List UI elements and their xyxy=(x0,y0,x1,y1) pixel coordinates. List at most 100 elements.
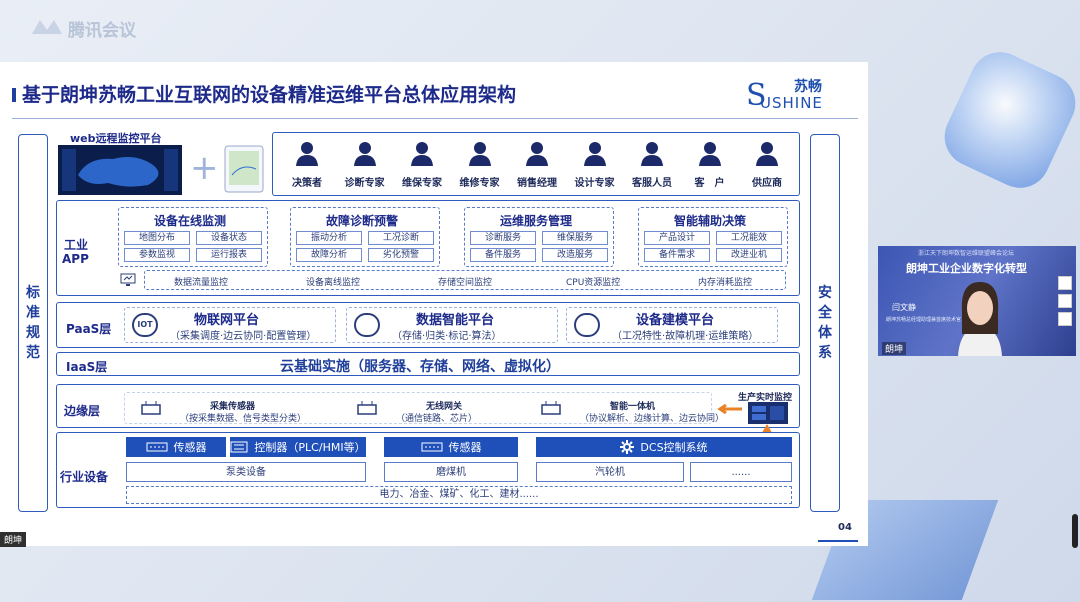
china-map-monitor-icon xyxy=(58,145,182,195)
monitor-item: CPU资源监控 xyxy=(566,278,621,288)
iaas-label: IaaS层 xyxy=(66,360,108,374)
column-char: 标 xyxy=(26,285,40,301)
realtime-monitor-screen-icon xyxy=(748,402,788,424)
device-icon xyxy=(141,401,161,415)
edge-item-desc: （协议解析、边缘计算、边云协同） xyxy=(580,414,725,424)
dcs-bar: DCS控制系统 xyxy=(536,437,792,457)
person-icon xyxy=(698,142,721,166)
app-function-tag[interactable]: 运行报表 xyxy=(196,248,262,262)
app-function-tag[interactable]: 设备状态 xyxy=(196,231,262,245)
role-item: 维保专家 xyxy=(395,140,449,189)
app-function-tag[interactable]: 工况能效 xyxy=(716,231,782,245)
brand-name-cn: 苏畅 xyxy=(794,79,822,95)
role-label: 设计专家 xyxy=(574,178,615,189)
monitor-item: 内存消耗监控 xyxy=(698,278,753,288)
role-label: 维修专家 xyxy=(459,178,500,189)
person-icon xyxy=(411,142,433,166)
role-item: 销售经理 xyxy=(510,140,564,189)
app-function-tag[interactable]: 诊断服务 xyxy=(470,231,536,245)
speaker-name: 闫文静 xyxy=(892,303,916,312)
qr-code-icon xyxy=(1058,276,1072,290)
column-char: 系 xyxy=(818,345,832,361)
controller-label: 控制器（PLC/HMI等） xyxy=(254,441,366,454)
dcs-label: DCS控制系统 xyxy=(640,441,708,454)
page-number: 04 xyxy=(838,522,852,533)
edge-item-desc: （通信链路、芯片） xyxy=(396,414,478,424)
arrow-left-icon xyxy=(717,404,742,414)
equip-more: ...... xyxy=(690,462,792,482)
role-item: 决策者 xyxy=(280,140,334,189)
app-function-tag[interactable]: 工况诊断 xyxy=(368,231,434,245)
app-group-title: 运维服务管理 xyxy=(500,214,573,228)
sensor-label: 传感器 xyxy=(448,441,482,454)
monitor-item: 存储空间监控 xyxy=(438,278,493,288)
app-function-tag[interactable]: 参数监视 xyxy=(124,248,190,262)
platform-icon xyxy=(354,313,380,337)
platform-name: 物联网平台 xyxy=(194,313,260,328)
person-icon xyxy=(583,142,606,166)
platform-name: 设备建模平台 xyxy=(636,313,715,328)
person-icon xyxy=(353,142,376,166)
equip-turbine: 汽轮机 xyxy=(536,462,684,482)
equip-pump: 泵类设备 xyxy=(126,462,366,482)
controller-icon xyxy=(230,441,248,453)
edge-item-desc: （按采集数据、信号类型分类） xyxy=(180,414,307,424)
app-function-tag[interactable]: 劣化预警 xyxy=(368,248,434,262)
app-function-tag[interactable]: 改造服务 xyxy=(542,248,608,262)
page-underline xyxy=(818,540,858,542)
qr-code-icon xyxy=(1058,312,1072,326)
industry-label: 行业设备 xyxy=(60,470,109,484)
participant-name-label: 朗坤 xyxy=(0,532,27,547)
app-function-tag[interactable]: 改进业机 xyxy=(716,248,782,262)
sensor-bar-2: 传感器 xyxy=(384,437,518,457)
app-function-tag[interactable]: 产品设计 xyxy=(644,231,710,245)
person-icon xyxy=(526,142,548,166)
paas-label: PaaS层 xyxy=(66,322,112,336)
video-participant-label: 朗坤 xyxy=(882,342,907,355)
platform-name: 数据智能平台 xyxy=(416,313,495,328)
sensor-icon xyxy=(421,442,442,452)
iaas-text: 云基础实施（服务器、存储、网络、虚拟化） xyxy=(280,359,560,375)
role-label: 决策者 xyxy=(292,178,322,189)
sensor-label: 传感器 xyxy=(173,441,207,454)
role-label: 客 户 xyxy=(694,178,725,189)
standards-column: 标 准 规 范 xyxy=(18,134,48,512)
app-function-tag[interactable]: 故障分析 xyxy=(296,248,362,262)
role-label: 销售经理 xyxy=(517,178,557,189)
slide-title: 基于朗坤苏畅工业互联网的设备精准运维平台总体应用架构 xyxy=(22,84,517,106)
app-function-tag[interactable]: 备件需求 xyxy=(644,248,710,262)
platform-desc: （存储·归类·标记·算法） xyxy=(392,331,502,342)
app-function-tag[interactable]: 维保服务 xyxy=(542,231,608,245)
platform-desc: （采集调度·边云协同·配置管理） xyxy=(170,331,317,342)
device-icon xyxy=(541,401,561,415)
equip-coal-mill: 磨煤机 xyxy=(384,462,518,482)
app-function-tag[interactable]: 振动分析 xyxy=(296,231,362,245)
column-char: 安 xyxy=(818,285,832,301)
app-function-tag[interactable]: 地图分布 xyxy=(124,231,190,245)
gear-icon xyxy=(620,440,635,454)
brand-name-en: USHINE xyxy=(760,94,823,112)
role-label: 客服人员 xyxy=(632,178,672,189)
column-char: 规 xyxy=(26,325,40,341)
role-item: 供应商 xyxy=(740,140,794,189)
app-function-tag[interactable]: 备件服务 xyxy=(470,248,536,262)
role-item: 客服人员 xyxy=(625,140,679,189)
platform-icon xyxy=(574,313,600,337)
column-char: 准 xyxy=(26,305,40,321)
person-icon xyxy=(468,142,491,166)
sensor-bar-1: 传感器 xyxy=(126,437,226,457)
scroll-handle[interactable] xyxy=(1072,514,1078,548)
role-label: 维保专家 xyxy=(402,178,442,189)
person-icon xyxy=(296,142,318,166)
column-char: 范 xyxy=(26,345,40,361)
plus-sign: + xyxy=(190,148,219,188)
role-item: 设计专家 xyxy=(568,140,622,189)
app-group-title: 智能辅助决策 xyxy=(674,214,747,228)
qr-code-icon xyxy=(1058,294,1072,308)
role-item: 诊断专家 xyxy=(338,140,392,189)
speaker-video-tile[interactable]: 浙江天下朗坤数智运维联盟峰会论坛 朗坤工业企业数字化转型 闫文静 朗坤苏畅总经理… xyxy=(878,246,1076,356)
web-platform-label: web远程监控平台 xyxy=(70,132,162,145)
role-label: 诊断专家 xyxy=(344,178,385,189)
platform-icon: IOT xyxy=(132,313,158,337)
app-name: 腾讯会议 xyxy=(68,21,136,41)
